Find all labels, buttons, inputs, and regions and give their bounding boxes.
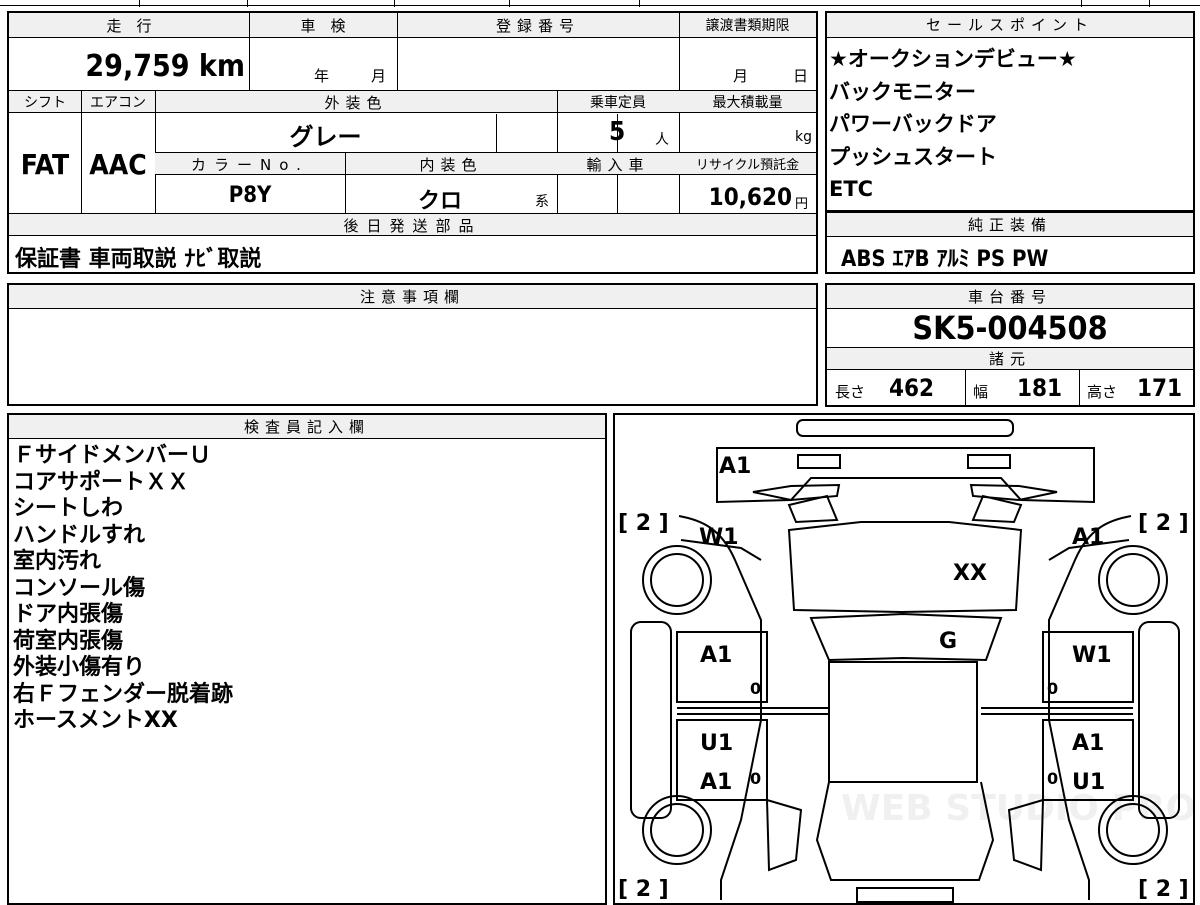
mark-left-front-door: A1 <box>700 643 732 668</box>
transfer-day-unit: 日 <box>793 67 809 85</box>
inspector-note-line: 右Ｆフェンダー脱着跡 <box>13 681 234 707</box>
inspector-note-line: シートしわ <box>13 496 124 521</box>
tire-count-tl: [ 2 ] <box>618 511 669 536</box>
height-value: 171 <box>1137 374 1183 402</box>
width-value: 181 <box>1017 374 1063 402</box>
sales-point-item: プッシュスタート <box>829 144 997 169</box>
mark-zero-lr: 0 <box>750 769 761 788</box>
mark-windshield: G <box>939 629 957 654</box>
interior-color-value: クロ <box>417 189 462 214</box>
mark-right-rear-door-2: U1 <box>1072 770 1105 795</box>
length-value: 462 <box>889 374 935 402</box>
inspector-panel: 検査員記入欄 ＦサイドメンバーＵ コアサポートＸＸ シートしわ ハンドルすれ 室内汚れコ… <box>7 413 607 905</box>
car-diagram: WEB STUDIO PRO [ 2 ] [ 2 ] [ 2 ] [ 2 ] A… <box>618 419 1193 903</box>
inspector-note-line: ＦサイドメンバーＵ <box>13 443 212 468</box>
notes-panel: 注意事項欄 <box>7 283 818 406</box>
watermark-text: WEB STUDIO PRO <box>841 788 1193 829</box>
color-no-header: カラーNo. <box>191 156 309 174</box>
shipping-parts-value: 保証書 車両取説 ﾅﾋﾞ取説 <box>15 247 262 272</box>
exterior-color-header: 外装色 <box>324 94 388 112</box>
mileage-value: 29,759 km <box>85 49 245 84</box>
equipment-value: ABS ｴｱB ｱﾙﾐ PS PW <box>841 247 1049 272</box>
chassis-panel: 車台番号 SK5-004508 諸元 長さ 462 幅 181 高さ 171 <box>825 283 1195 407</box>
length-label: 長さ <box>835 383 866 401</box>
inspector-note-line: 外装小傷有り <box>13 655 146 680</box>
interior-color-header: 内装色 <box>419 156 483 174</box>
inspector-note-line: ホースメントXX <box>13 708 178 733</box>
sales-point-item: ★オークションデビュー★ <box>829 47 1077 71</box>
chassis-header: 車台番号 <box>827 285 1193 309</box>
width-label: 幅 <box>973 383 989 401</box>
inspector-lines: ＦサイドメンバーＵ コアサポートＸＸ シートしわ ハンドルすれ 室内汚れ コンソール傷 ドア… <box>13 443 603 735</box>
mark-right-front-fender: A1 <box>1072 525 1104 550</box>
import-header: 輸入車 <box>586 156 650 174</box>
sales-point-item: ETC <box>829 177 874 201</box>
shift-value: FAT <box>20 148 70 181</box>
recycle-fee-value: 10,620 <box>708 183 792 211</box>
notes-header: 注意事項欄 <box>9 285 816 309</box>
mark-hood: XX <box>953 561 987 586</box>
inspector-note-line: 室内汚れ <box>13 549 102 574</box>
inspection-year-unit: 年 <box>314 67 330 85</box>
inspector-note-line: コンソール傷 <box>13 575 146 601</box>
vehicle-info-table: 走 行 車 検 登録番号 譲渡書類期限 29,759 km 年 月 月 日 シフ… <box>7 11 818 274</box>
tire-count-bl: [ 2 ] <box>618 877 669 902</box>
spec-header: 諸元 <box>827 348 1193 370</box>
transfer-month-unit: 月 <box>733 67 749 85</box>
mark-right-front-door: W1 <box>1072 643 1112 668</box>
sales-point-item: パワーバックドア <box>829 112 997 136</box>
color-no-value: P8Y <box>228 183 272 208</box>
capacity-value: 5 <box>609 117 626 147</box>
mark-left-front-fender: W1 <box>699 525 739 550</box>
recycle-fee-header: リサイクル預託金 <box>695 158 800 173</box>
top-strip <box>0 0 1200 7</box>
aircon-header: エアコン <box>90 95 146 111</box>
mark-right-rear-door-1: A1 <box>1072 731 1104 756</box>
damage-diagram-panel: WEB STUDIO PRO [ 2 ] [ 2 ] [ 2 ] [ 2 ] A… <box>613 413 1195 905</box>
capacity-header: 乗車定員 <box>590 95 646 111</box>
height-label: 高さ <box>1087 383 1118 401</box>
max-load-unit: kg <box>795 129 812 145</box>
mark-left-rear-door-2: A1 <box>700 770 732 795</box>
sales-points-panel: セールスポイント ★オークションデビュー★ バックモニター パワーバックドア プッシュ… <box>825 11 1195 212</box>
mark-zero-lf: 0 <box>750 679 761 698</box>
inspection-header: 車 検 <box>300 17 346 35</box>
capacity-unit: 人 <box>655 132 669 148</box>
sales-points-list: ★オークションデビュー★ バックモニター パワーバックドア プッシュスタート ETC <box>829 43 1189 206</box>
registration-header: 登録番号 <box>495 17 580 35</box>
aircon-value: AAC <box>89 148 147 181</box>
inspector-header: 検査員記入欄 <box>9 415 605 439</box>
equipment-panel: 純正装備 ABS ｴｱB ｱﾙﾐ PS PW <box>825 211 1195 274</box>
sales-point-item: バックモニター <box>829 79 976 104</box>
interior-suffix: 系 <box>535 194 549 210</box>
recycle-fee-unit: 円 <box>795 197 809 212</box>
mark-front-bumper: A1 <box>719 454 751 479</box>
inspector-note-line: コアサポートＸＸ <box>13 469 190 495</box>
inspection-month-unit: 月 <box>371 67 387 85</box>
shipping-parts-header: 後日発送部品 <box>343 217 482 235</box>
inspector-note-line: 荷室内張傷 <box>13 628 124 654</box>
max-load-header: 最大積載量 <box>712 95 783 111</box>
chassis-number: SK5-004508 <box>912 309 1108 347</box>
tire-count-br: [ 2 ] <box>1138 877 1189 902</box>
exterior-color-value: グレー <box>289 123 362 151</box>
mileage-header: 走 行 <box>106 17 152 35</box>
mark-zero-rf: 0 <box>1047 679 1058 698</box>
tire-count-tr: [ 2 ] <box>1138 511 1189 536</box>
shift-header: シフト <box>24 95 66 111</box>
transfer-deadline-header: 譲渡書類期限 <box>705 18 790 34</box>
mark-left-rear-door-1: U1 <box>700 731 733 756</box>
inspector-note-line: ハンドルすれ <box>13 522 146 548</box>
equipment-header: 純正装備 <box>827 213 1193 237</box>
sales-points-header: セールスポイント <box>827 13 1193 38</box>
inspector-note-line: ドア内張傷 <box>13 602 124 627</box>
mark-zero-rr: 0 <box>1047 769 1058 788</box>
